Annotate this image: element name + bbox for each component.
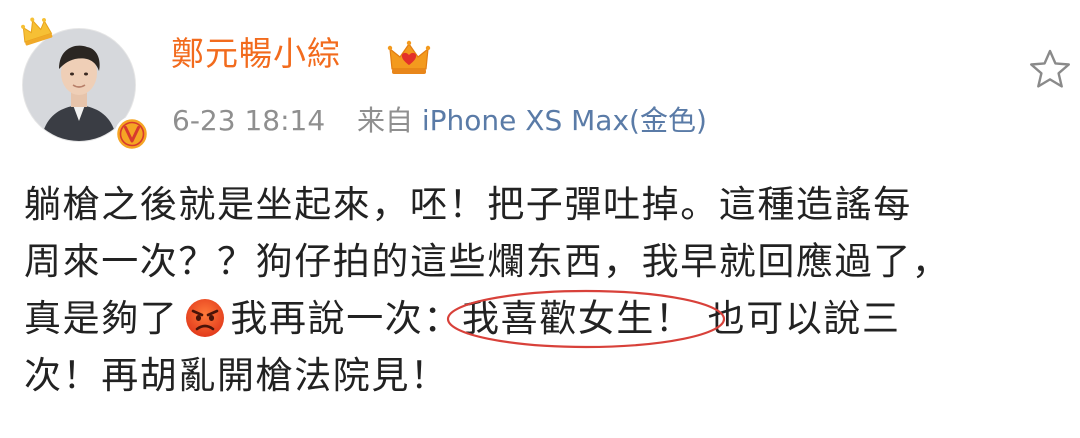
- username[interactable]: 鄭元暢小綜: [171, 34, 341, 74]
- verified-v-icon: [114, 116, 150, 152]
- weibo-post: 鄭元暢小綜 6-23 18:14 来自 iPhone XS Max(金色) 躺槍…: [0, 0, 1080, 438]
- post-timestamp: 6-23 18:14: [172, 104, 326, 137]
- star-outline-icon[interactable]: [1028, 48, 1072, 90]
- source-prefix: 来自: [356, 104, 413, 137]
- body-line-4: 次！再胡亂開槍法院見！: [24, 354, 449, 397]
- vip-crown-icon[interactable]: [387, 38, 431, 78]
- highlighted-phrase: 我喜歡女生！: [446, 289, 726, 349]
- crown-icon: [21, 17, 53, 46]
- body-line-2: 周來一次？？狗仔拍的這些爛东西，我早就回應過了，: [24, 240, 951, 283]
- post-body: 躺槍之後就是坐起來，呸！把子彈吐掉。這種造謠每 周來一次？？狗仔拍的這些爛东西，…: [24, 176, 1064, 404]
- body-line-3-start: 真是夠了: [24, 297, 179, 340]
- body-line-3: 真是夠了 我再說一次：我喜歡女生！ 也可以說三: [24, 289, 1064, 349]
- source-device[interactable]: iPhone XS Max(金色): [422, 104, 707, 137]
- body-line-3-mid: 我再說一次：: [230, 297, 463, 340]
- body-line-1: 躺槍之後就是坐起來，呸！把子彈吐掉。這種造謠每: [24, 183, 912, 226]
- highlighted-phrase-text: 我喜歡女生！: [462, 297, 694, 340]
- post-meta: 6-23 18:14 来自 iPhone XS Max(金色): [172, 101, 707, 141]
- avatar-group[interactable]: [18, 14, 150, 152]
- angry-face-emoji: [186, 299, 225, 337]
- body-line-3-end: 也可以說三: [707, 297, 901, 340]
